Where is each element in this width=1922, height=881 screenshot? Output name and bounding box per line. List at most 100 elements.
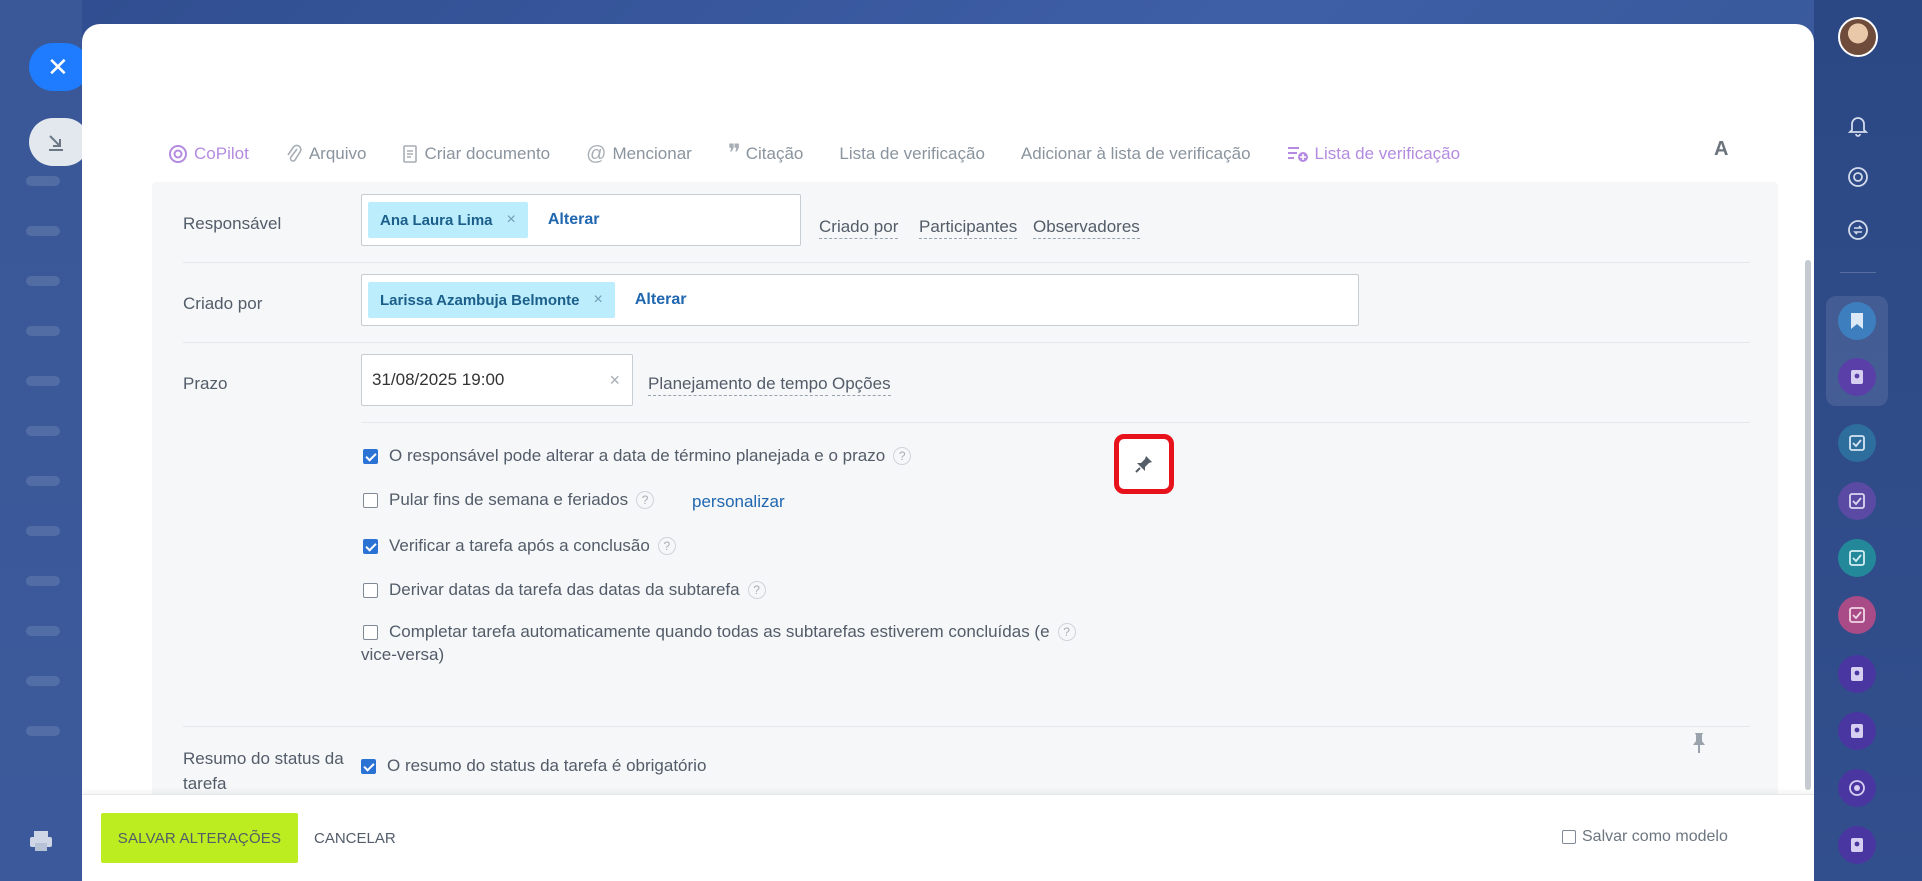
close-slider-button[interactable]: ✕ [29, 43, 89, 91]
option-label: Completar tarefa automaticamente quando … [389, 622, 1050, 641]
contact-sidebar-icon[interactable] [1838, 826, 1876, 864]
help-icon[interactable]: ? [893, 447, 912, 465]
option-label: Derivar datas da tarefa das datas da sub… [389, 580, 740, 599]
ghost-item [26, 476, 60, 486]
deadline-options-link[interactable]: Opções [832, 374, 891, 396]
collapse-arrow-icon [49, 135, 63, 151]
option-verify-task-checkbox[interactable] [363, 539, 378, 554]
bookmark-sidebar-icon[interactable] [1838, 302, 1876, 340]
pin-options-button-highlighted[interactable] [1114, 434, 1174, 494]
at-icon: @ [586, 142, 607, 165]
row-divider [183, 726, 1750, 727]
remove-created-by-icon[interactable]: × [594, 291, 603, 309]
option-auto-complete[interactable]: Completar tarefa automaticamente quando … [363, 622, 1076, 642]
quote-icon: ❞ [727, 140, 741, 167]
ghost-item [26, 626, 60, 636]
ghost-item [26, 526, 60, 536]
responsible-label: Responsável [183, 214, 282, 233]
option-auto-complete-checkbox[interactable] [363, 625, 378, 640]
sync-sidebar-icon[interactable] [1839, 211, 1877, 249]
show-participants-link[interactable]: Participantes [919, 217, 1018, 239]
form-scrollbar[interactable] [1805, 260, 1811, 790]
help-icon[interactable]: ? [636, 491, 655, 509]
contact-sidebar-icon[interactable] [1838, 655, 1876, 693]
change-created-by-link[interactable]: Alterar [635, 291, 687, 309]
deadline-input[interactable]: 31/08/2025 19:00 × [361, 354, 633, 406]
change-responsible-link[interactable]: Alterar [548, 211, 600, 229]
show-observers-link[interactable]: Observadores [1033, 217, 1140, 239]
save-as-template-checkbox[interactable] [1562, 830, 1576, 844]
toolbar-item-label: Mencionar [612, 144, 692, 163]
option-status-summary-checkbox[interactable] [361, 759, 376, 774]
status-summary-label-line: Resumo do status da [183, 749, 344, 768]
task-fields-area: Responsável Ana Laura Lima × Alterar Cri… [152, 182, 1778, 822]
responsible-user-tag: Ana Laura Lima × [368, 202, 528, 238]
option-label: Pular fins de semana e feriados [389, 490, 629, 509]
help-icon[interactable]: ? [657, 537, 676, 555]
deadline-value: 31/08/2025 19:00 [372, 370, 505, 389]
clear-deadline-icon[interactable]: × [609, 370, 620, 391]
copilot-sidebar-icon[interactable] [1839, 158, 1877, 196]
cancel-button[interactable]: CANCELAR [314, 813, 396, 863]
row-divider [361, 422, 1750, 423]
contact-sidebar-icon[interactable] [1838, 712, 1876, 750]
option-skip-weekends-checkbox[interactable] [363, 493, 378, 508]
save-changes-button[interactable]: SALVAR ALTERAÇÕES [101, 813, 298, 863]
option-derive-dates-checkbox[interactable] [363, 583, 378, 598]
toolbar-add-to-checklist-button[interactable]: Adicionar à lista de verificação [1021, 144, 1251, 164]
deadline-label: Prazo [183, 374, 228, 393]
sidebar-separator [1840, 272, 1876, 273]
paperclip-icon [287, 144, 302, 162]
option-verify-task[interactable]: Verificar a tarefa após a conclusão ? [363, 536, 676, 556]
row-divider [183, 262, 1750, 263]
minimize-slider-button[interactable] [29, 118, 89, 166]
contact-sidebar-icon[interactable] [1838, 358, 1876, 396]
task-sidebar-icon[interactable] [1838, 596, 1876, 634]
toolbar-copilot-button[interactable]: CoPilot [168, 144, 249, 164]
remove-responsible-icon[interactable]: × [507, 211, 516, 229]
option-change-deadline[interactable]: O responsável pode alterar a data de tér… [363, 446, 912, 466]
show-created-by-link[interactable]: Criado por [819, 217, 899, 239]
help-icon[interactable]: ? [747, 581, 766, 599]
ghost-item [26, 226, 60, 236]
option-change-deadline-checkbox[interactable] [363, 449, 378, 464]
text-format-button[interactable]: A [1714, 138, 1728, 161]
option-label-continued: vice-versa) [361, 645, 445, 664]
close-icon: ✕ [47, 51, 69, 82]
notifications-bell-icon[interactable] [1839, 106, 1877, 144]
option-status-summary[interactable]: O resumo do status da tarefa é obrigatór… [361, 756, 706, 776]
option-label: O responsável pode alterar a data de tér… [389, 446, 886, 465]
ghost-item [26, 426, 60, 436]
pin-status-summary-icon[interactable] [1690, 731, 1708, 755]
ghost-item [26, 276, 60, 286]
status-summary-label-line: tarefa [183, 774, 227, 793]
option-skip-weekends[interactable]: Pular fins de semana e feriados ? [363, 490, 655, 510]
toolbar-mention-button[interactable]: @ Mencionar [586, 143, 692, 166]
user-avatar[interactable] [1838, 17, 1878, 57]
customize-holidays-link[interactable]: personalizar [692, 492, 785, 512]
toolbar-checklist-button[interactable]: Lista de verificação [839, 144, 985, 164]
created-by-field[interactable]: Larissa Azambuja Belmonte × Alterar [361, 274, 1359, 326]
checklist-add-icon [1287, 147, 1308, 162]
responsible-field[interactable]: Ana Laura Lima × Alterar [361, 194, 801, 246]
document-icon [403, 145, 418, 163]
copilot-chat-sidebar-icon[interactable] [1838, 769, 1876, 807]
responsible-user-name: Ana Laura Lima [380, 211, 493, 229]
printer-icon[interactable] [28, 830, 54, 852]
toolbar-attach-button[interactable]: Arquivo [285, 144, 366, 164]
save-as-template-label: Salvar como modelo [1582, 828, 1728, 845]
toolbar-quote-button[interactable]: ❞ Citação [727, 140, 804, 167]
pin-icon [1135, 456, 1152, 473]
help-icon[interactable]: ? [1057, 623, 1076, 641]
toolbar-item-label: Lista de verificação [1314, 144, 1461, 163]
task-edit-panel: CoPilot Arquivo Criar documento @ Mencio… [82, 24, 1814, 881]
time-planning-link[interactable]: Planejamento de tempo [648, 374, 828, 396]
toolbar-new-checklist-button[interactable]: Lista de verificação [1287, 144, 1461, 164]
task-sidebar-icon[interactable] [1838, 424, 1876, 462]
toolbar-create-document-button[interactable]: Criar documento [402, 144, 550, 164]
option-derive-dates[interactable]: Derivar datas da tarefa das datas da sub… [363, 580, 766, 600]
ghost-item [26, 176, 60, 186]
task-sidebar-icon[interactable] [1838, 539, 1876, 577]
task-sidebar-icon[interactable] [1838, 482, 1876, 520]
save-as-template-option[interactable]: Salvar como modelo [1562, 828, 1728, 846]
